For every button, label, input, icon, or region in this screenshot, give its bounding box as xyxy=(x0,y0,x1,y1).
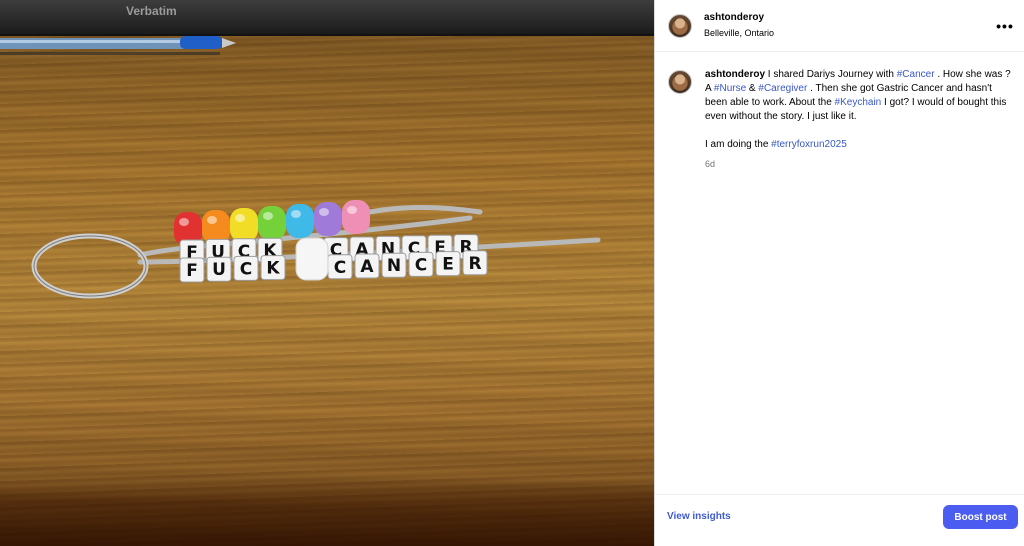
pony-bead xyxy=(342,200,370,234)
letter-bead-label: N xyxy=(387,256,401,276)
pen xyxy=(0,36,236,55)
hashtag-link[interactable]: #Keychain xyxy=(835,97,882,108)
post-username[interactable]: ashtonderoy xyxy=(704,12,764,23)
letter-bead-label: C xyxy=(415,255,427,275)
keychain-illustration: FUCKCANCER FUCKCANCER xyxy=(0,36,601,299)
pony-bead xyxy=(258,206,286,240)
bead-highlight xyxy=(347,206,357,214)
hashtag-link[interactable]: #Cancer xyxy=(897,69,935,80)
bead-highlight xyxy=(207,216,217,224)
letter-bead-label: C xyxy=(240,259,252,279)
table-edge-shadow xyxy=(0,478,654,546)
hashtag-link[interactable]: #Caregiver xyxy=(758,83,807,94)
post-photo: Verbatim FUCKCANCER FUCKCANCER xyxy=(0,0,654,546)
bead-highlight xyxy=(179,218,189,226)
bead-highlight xyxy=(263,212,273,220)
bead-highlight xyxy=(319,208,329,216)
bead-highlight xyxy=(235,214,245,222)
caption-text: I shared Dariys Journey with xyxy=(765,69,897,80)
pony-bead xyxy=(230,208,258,242)
pony-bead xyxy=(286,204,314,238)
caption-paragraph-2: I am doing the #terryfoxrun2025 xyxy=(705,138,1015,152)
hashtag-link[interactable]: #Nurse xyxy=(714,83,746,94)
letter-bead-label: C xyxy=(334,258,346,278)
letter-bead-label: A xyxy=(360,257,374,277)
white-bead xyxy=(295,237,329,281)
letter-bead-label: U xyxy=(212,260,226,280)
caption-text: & xyxy=(746,83,759,94)
view-insights-link[interactable]: View insights xyxy=(667,511,731,522)
post-footer: View insights Boost post xyxy=(655,494,1024,546)
post-header: ashtonderoy Belleville, Ontario ••• xyxy=(655,0,1024,52)
bead-highlight xyxy=(291,210,301,218)
letter-bead-label: F xyxy=(186,261,198,281)
caption-body: ashtonderoy I shared Dariys Journey with… xyxy=(705,68,1015,171)
letter-bead-label: K xyxy=(266,259,280,279)
post-location[interactable]: Belleville, Ontario xyxy=(704,28,774,38)
avatar[interactable] xyxy=(668,14,692,38)
avatar[interactable] xyxy=(668,70,692,94)
post-timestamp[interactable]: 6d xyxy=(705,157,1015,171)
caption-username[interactable]: ashtonderoy xyxy=(705,69,765,80)
post-sidebar: ashtonderoy Belleville, Ontario ••• asht… xyxy=(654,0,1024,546)
letter-bead-label: E xyxy=(442,255,454,275)
hashtag-link[interactable]: #terryfoxrun2025 xyxy=(771,139,847,150)
letter-bead-label: R xyxy=(468,254,481,274)
caption-text: I am doing the xyxy=(705,139,772,150)
caption-paragraph-1: ashtonderoy I shared Dariys Journey with… xyxy=(705,68,1015,124)
more-options-icon[interactable]: ••• xyxy=(993,16,1017,36)
boost-post-button[interactable]: Boost post xyxy=(943,505,1018,529)
pony-bead xyxy=(314,202,342,236)
